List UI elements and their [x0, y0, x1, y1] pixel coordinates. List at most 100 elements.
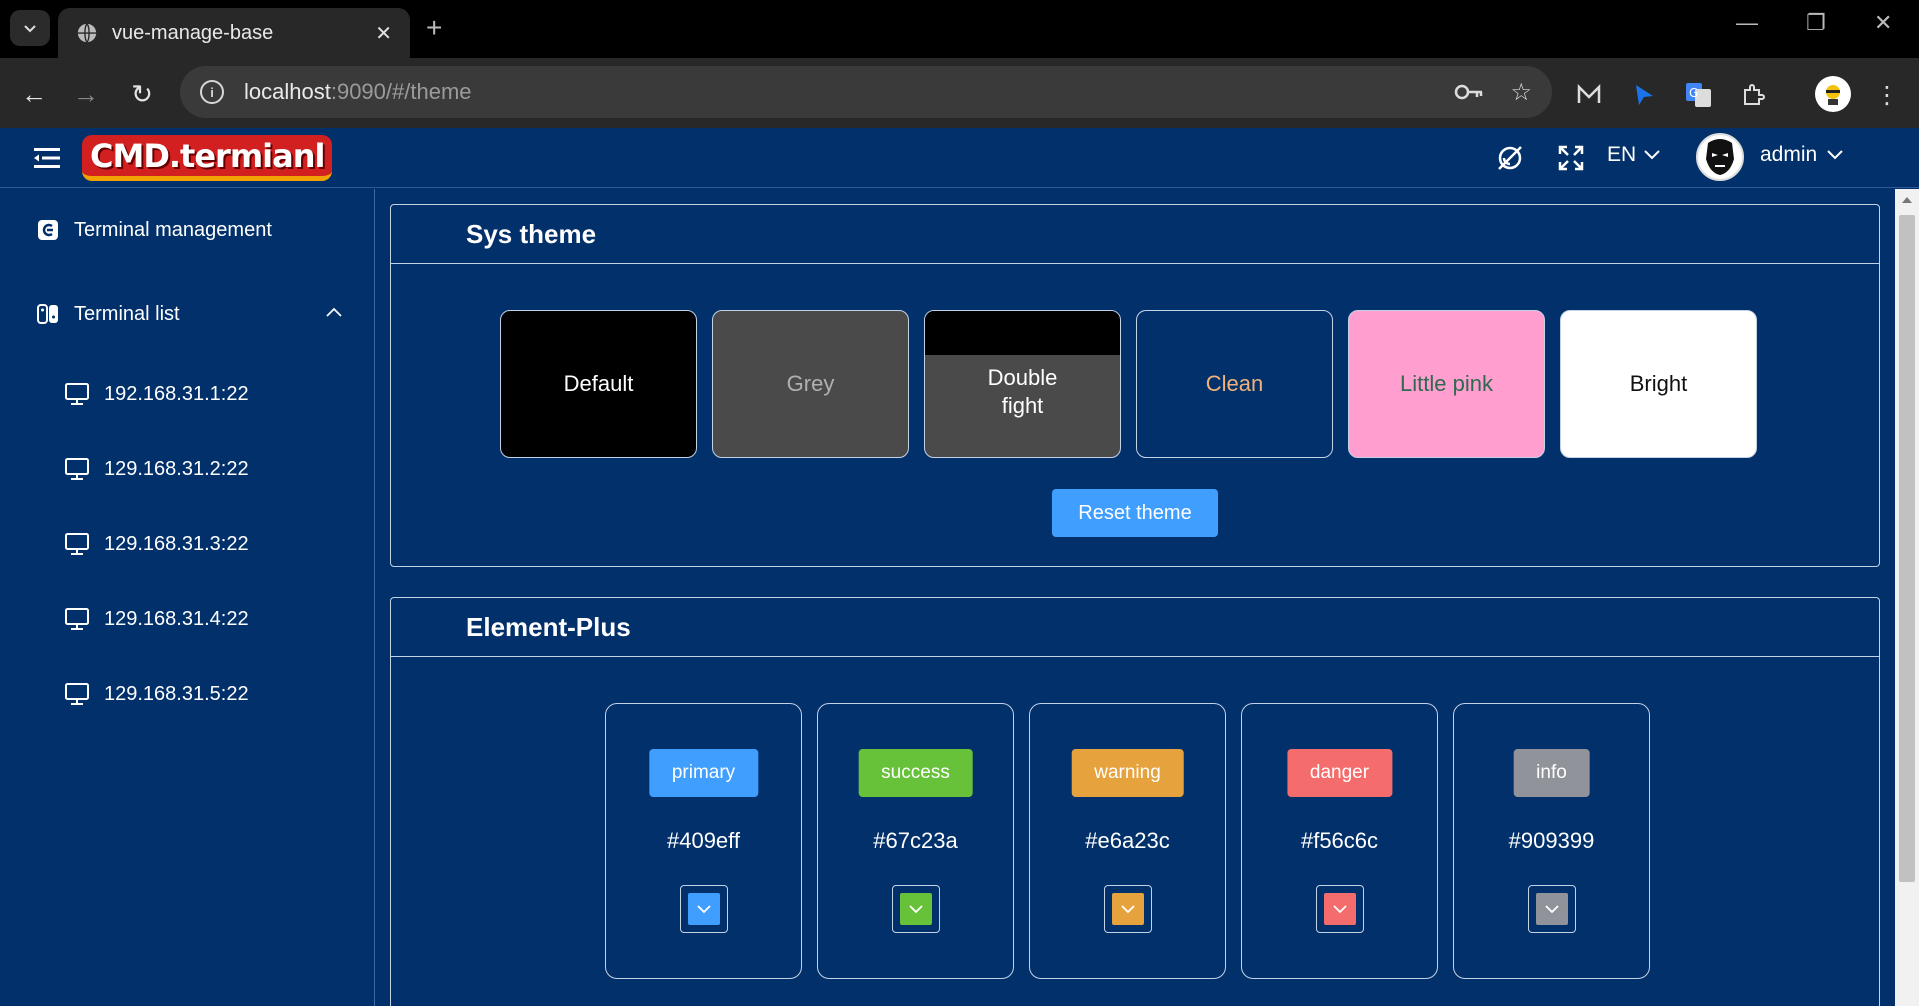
menu-fold-icon[interactable] [34, 147, 60, 169]
extensions-puzzle-icon[interactable] [1736, 78, 1770, 112]
theme-label: Clean [1205, 371, 1264, 396]
color-card-primary: primary #409eff [605, 703, 802, 979]
extension-m-icon[interactable] [1572, 78, 1606, 112]
color-picker[interactable] [1527, 885, 1576, 933]
back-icon[interactable]: ← [18, 78, 50, 110]
reset-theme-button[interactable]: Reset theme [1052, 489, 1218, 537]
sidebar-subitem-terminal[interactable]: 129.168.31.3:22 [64, 532, 249, 556]
chevron-down-icon [1827, 150, 1843, 160]
color-swatch [1111, 893, 1144, 925]
sidebar-item-terminal-list[interactable]: Terminal list [36, 302, 180, 326]
monitor-icon [65, 608, 89, 630]
primary-tag: primary [648, 749, 759, 797]
sidebar-subitem-terminal[interactable]: 129.168.31.4:22 [64, 607, 249, 631]
app-logo: CMD.termianl [82, 135, 333, 181]
browser-tab[interactable]: vue-manage-base ✕ [58, 8, 410, 58]
theme-option-bright[interactable]: Bright [1560, 310, 1757, 458]
color-card-danger: danger #f56c6c [1241, 703, 1438, 979]
theme-header-strip [925, 311, 1120, 355]
sidebar-subitem-terminal[interactable]: 129.168.31.5:22 [64, 682, 249, 706]
danger-tag: danger [1286, 749, 1393, 797]
chevron-down-icon [24, 25, 36, 33]
color-card-success: success #67c23a [817, 703, 1014, 979]
new-tab-button[interactable]: + [426, 12, 442, 44]
monitor-icon [65, 458, 89, 480]
color-card-warning: warning #e6a23c [1029, 703, 1226, 979]
card-header: Sys theme [391, 205, 1879, 264]
theme-label: Double fight [987, 365, 1058, 418]
minimize-icon[interactable]: — [1736, 10, 1758, 36]
app-header: CMD.termianl EN admin [0, 128, 1919, 188]
user-menu[interactable]: admin [1760, 143, 1843, 167]
color-hex: #67c23a [873, 828, 958, 853]
password-key-icon[interactable] [1454, 81, 1484, 103]
monitor-icon [65, 533, 89, 555]
color-swatch [899, 893, 932, 925]
theme-label: Bright [1629, 371, 1688, 396]
browser-menu-icon[interactable]: ⋮ [1870, 78, 1904, 112]
restore-icon[interactable]: ❐ [1806, 10, 1826, 36]
google-translate-icon[interactable]: G [1682, 78, 1716, 112]
reload-icon[interactable]: ↻ [126, 78, 158, 110]
chevron-down-icon [1544, 904, 1559, 913]
theme-option-clean[interactable]: Clean [1136, 310, 1333, 458]
color-hex: #409eff [666, 828, 740, 853]
fullscreen-icon[interactable] [1555, 142, 1587, 174]
scrollbar-thumb[interactable] [1899, 215, 1915, 882]
sidebar-subitem-terminal[interactable]: 192.168.31.1:22 [64, 382, 249, 406]
globe-icon [77, 23, 97, 43]
user-avatar[interactable] [1696, 133, 1744, 181]
sidebar-item-terminal-management[interactable]: Terminal management [36, 218, 272, 242]
sidebar-subitem-label: 129.168.31.2:22 [104, 457, 249, 480]
sidebar-subitem-terminal[interactable]: 129.168.31.2:22 [64, 457, 249, 481]
username: admin [1760, 143, 1818, 166]
browser-tab-bar: vue-manage-base ✕ + — ❐ ✕ [0, 0, 1919, 58]
color-swatch [687, 893, 720, 925]
chevron-down-icon [696, 904, 711, 913]
color-picker[interactable] [679, 885, 728, 933]
window-close-icon[interactable]: ✕ [1874, 10, 1892, 36]
theme-option-default[interactable]: Default [500, 310, 697, 458]
theme-label: Grey [786, 371, 835, 396]
forward-icon[interactable]: → [70, 78, 102, 110]
page-scrollbar[interactable] [1895, 189, 1919, 1006]
extension-cursor-icon[interactable] [1627, 78, 1661, 112]
profile-avatar-icon[interactable] [1815, 76, 1851, 112]
terminal-management-icon [36, 218, 60, 242]
card-header: Element-Plus [391, 598, 1879, 657]
chevron-down-icon [908, 904, 923, 913]
chevron-up-icon[interactable] [326, 307, 342, 317]
color-card-info: info #909399 [1453, 703, 1650, 979]
color-hex: #f56c6c [1300, 828, 1379, 853]
monitor-icon [65, 383, 89, 405]
tab-title: vue-manage-base [112, 21, 274, 44]
color-hex: #909399 [1508, 828, 1595, 853]
scroll-up-arrow-icon[interactable] [1902, 197, 1912, 203]
theme-option-double-fight[interactable]: Double fight [924, 310, 1121, 458]
url-text: localhost:9090/#/theme [244, 79, 472, 104]
warning-tag: warning [1071, 749, 1184, 797]
chevron-down-icon [1644, 150, 1660, 160]
svg-text:G: G [1689, 86, 1698, 100]
theme-toggle-icon[interactable] [1494, 142, 1526, 174]
bookmark-star-icon[interactable]: ☆ [1510, 78, 1532, 107]
sidebar-item-label: Terminal management [74, 218, 272, 241]
sidebar-item-label: Terminal list [74, 302, 180, 325]
tab-search-button[interactable] [10, 10, 50, 46]
sidebar-subitem-label: 192.168.31.1:22 [104, 382, 249, 405]
sidebar-subitem-label: 129.168.31.3:22 [104, 532, 249, 555]
card-title: Sys theme [466, 219, 597, 249]
color-picker[interactable] [1103, 885, 1152, 933]
theme-option-little-pink[interactable]: Little pink [1348, 310, 1545, 458]
address-bar[interactable]: i localhost:9090/#/theme ☆ [180, 66, 1552, 118]
site-info-icon[interactable]: i [200, 80, 224, 104]
color-picker[interactable] [891, 885, 940, 933]
info-tag: info [1513, 749, 1590, 797]
sys-theme-card: Sys theme Default Grey Double fight Clea… [390, 204, 1880, 567]
color-swatch [1535, 893, 1568, 925]
theme-option-grey[interactable]: Grey [712, 310, 909, 458]
color-picker[interactable] [1315, 885, 1364, 933]
language-select[interactable]: EN [1607, 143, 1660, 167]
close-tab-icon[interactable]: ✕ [375, 21, 392, 46]
terminal-list-icon [36, 302, 60, 326]
